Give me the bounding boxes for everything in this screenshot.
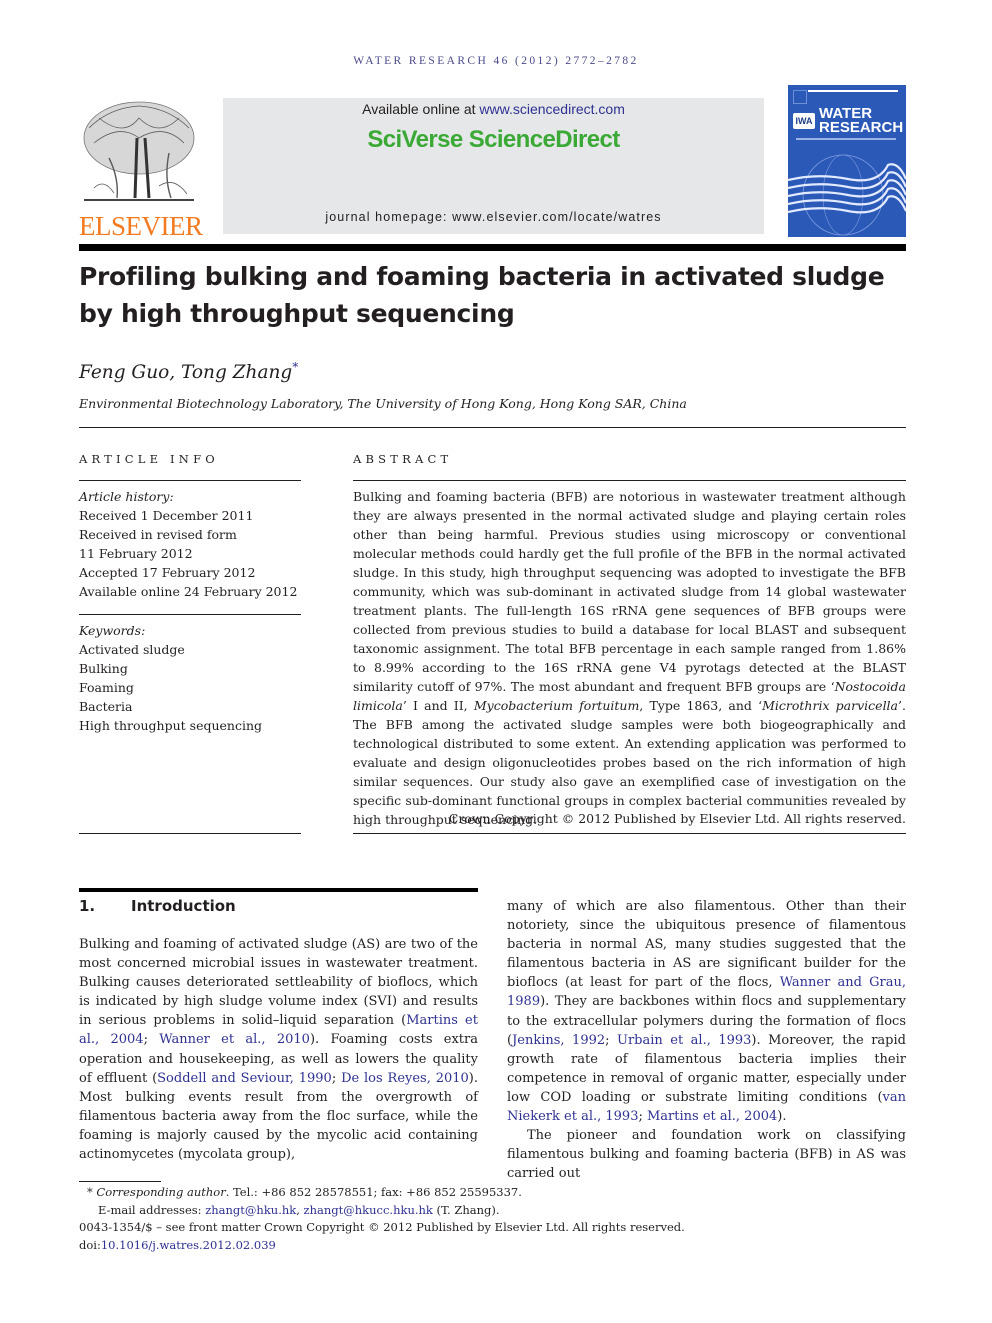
divider [353,480,906,481]
doi-link[interactable]: 10.1016/j.watres.2012.02.039 [101,1238,276,1252]
header-rule [79,244,906,251]
running-head: WATER RESEARCH 46 (2012) 2772–2782 [353,55,639,67]
article-history-label: Article history: [79,489,174,504]
divider [353,833,906,834]
keywords-label: Keywords: [79,623,146,638]
citation-link[interactable]: Martins et al., 2004 [647,1109,777,1124]
abstract-text-part: , Type 1863, and ‘ [639,698,763,713]
body-text: ; [331,1070,342,1086]
species-name: Mycobacterium fortuitum [473,698,640,713]
article-history: Article history: Received 1 December 201… [79,487,297,601]
article-title-line1: Profiling bulking and foaming bacteria i… [79,262,885,291]
keyword: Activated sludge [79,642,185,657]
corresponding-author-note: * Corresponding author. Tel.: +86 852 28… [79,1184,685,1202]
paragraph: many of which are also filamentous. Othe… [507,897,906,1126]
body-column-left: Bulking and foaming of activated sludge … [79,935,478,1164]
cover-waves-icon [788,154,906,236]
cover-subtitle-bar [796,138,896,140]
history-item: Available online 24 February 2012 [79,584,298,599]
separator: , [296,1202,304,1217]
citation-link[interactable]: Wanner et al., 2010 [159,1032,310,1047]
footnotes: * Corresponding author. Tel.: +86 852 28… [79,1184,685,1254]
corresponding-author-label: Corresponding author [96,1185,226,1199]
elsevier-mini-logo-icon [793,90,807,104]
divider [79,480,301,481]
email-label: E-mail addresses: [98,1202,206,1217]
section-number: 1. [79,897,96,915]
citation-link[interactable]: Soddell and Seviour, 1990 [157,1071,332,1086]
citation-link[interactable]: Urbain et al., 1993 [617,1033,751,1048]
citation-link[interactable]: Jenkins, 1992 [512,1033,605,1048]
elsevier-tree-icon [83,101,195,201]
email-link[interactable]: zhangt@hku.hk [205,1203,296,1217]
email-owner: (T. Zhang). [432,1202,500,1217]
sciencedirect-banner: Available online at www.sciencedirect.co… [223,98,764,234]
footnote-mark: * [87,1185,93,1199]
footnote-rule [79,1181,161,1182]
issn-line: 0043-1354/$ – see front matter Crown Cop… [79,1220,685,1234]
body-column-right: many of which are also filamentous. Othe… [507,897,906,1183]
history-item: Received 1 December 2011 [79,508,254,523]
journal-cover-thumbnail[interactable]: IWA WATER RESEARCH [788,85,906,237]
keyword: Foaming [79,680,134,695]
body-text: ). [777,1109,787,1125]
abstract-text-part: ’ I and II, [402,698,474,713]
elsevier-logo[interactable]: ELSEVIER [79,98,203,241]
history-item: Received in revised form [79,527,237,542]
abstract-copyright: Crown Copyright © 2012 Published by Else… [448,811,906,826]
species-name: Microthrix parvicella [762,698,899,713]
body-text: ; [605,1032,618,1048]
body-text: ; [143,1032,160,1048]
article-info-heading: ARTICLE INFO [79,452,219,466]
authors: Feng Guo, Tong Zhang [79,362,293,384]
cover-title-line2: RESEARCH [819,119,904,136]
section-heading-introduction: 1. Introduction [79,897,236,915]
elsevier-wordmark: ELSEVIER [79,211,203,241]
section-rule [79,888,478,892]
author-list: Feng Guo, Tong Zhang* [79,360,298,383]
keyword: Bulking [79,661,128,676]
divider [79,614,301,615]
keyword: High throughput sequencing [79,718,263,733]
keywords: Keywords: Activated sludge Bulking Foami… [79,621,262,735]
history-item: Accepted 17 February 2012 [79,565,256,580]
cover-title: WATER RESEARCH [819,106,904,136]
available-online-line: Available online at www.sciencedirect.co… [223,101,764,117]
journal-homepage-link[interactable]: journal homepage: www.elsevier.com/locat… [223,210,764,224]
article-title-line2: by high throughput sequencing [79,299,515,328]
citation-link[interactable]: De los Reyes, 2010 [341,1071,469,1086]
affiliation: Environmental Biotechnology Laboratory, … [79,396,687,411]
history-item: 11 February 2012 [79,546,193,561]
available-online-prefix: Available online at [362,101,480,117]
doi-line: doi:10.1016/j.watres.2012.02.039 [79,1237,685,1255]
abstract-text: Bulking and foaming bacteria (BFB) are n… [353,487,906,829]
article-title: Profiling bulking and foaming bacteria i… [79,258,919,332]
iwa-badge: IWA [793,113,815,129]
paragraph: The pioneer and foundation work on class… [507,1128,906,1182]
divider [79,427,906,428]
abstract-text-part: ’. The BFB among the activated sludge sa… [353,698,906,827]
email-link[interactable]: zhangt@hkucc.hku.hk [304,1203,433,1217]
keyword: Bacteria [79,699,133,714]
abstract-text-part: Bulking and foaming bacteria (BFB) are n… [353,489,906,694]
contact-info: . Tel.: +86 852 28578551; fax: +86 852 2… [225,1185,522,1199]
sciverse-sciencedirect-logo[interactable]: SciVerse ScienceDirect [223,126,764,154]
doi-label: doi: [79,1237,101,1252]
cover-stripe [808,90,898,92]
sciencedirect-link[interactable]: www.sciencedirect.com [479,101,625,117]
body-text: ; [638,1109,647,1125]
email-line: E-mail addresses: zhangt@hku.hk, zhangt@… [79,1202,685,1220]
corresponding-author-mark[interactable]: * [292,360,298,374]
abstract-heading: ABSTRACT [353,452,453,466]
section-title: Introduction [131,897,236,915]
divider [79,833,301,834]
